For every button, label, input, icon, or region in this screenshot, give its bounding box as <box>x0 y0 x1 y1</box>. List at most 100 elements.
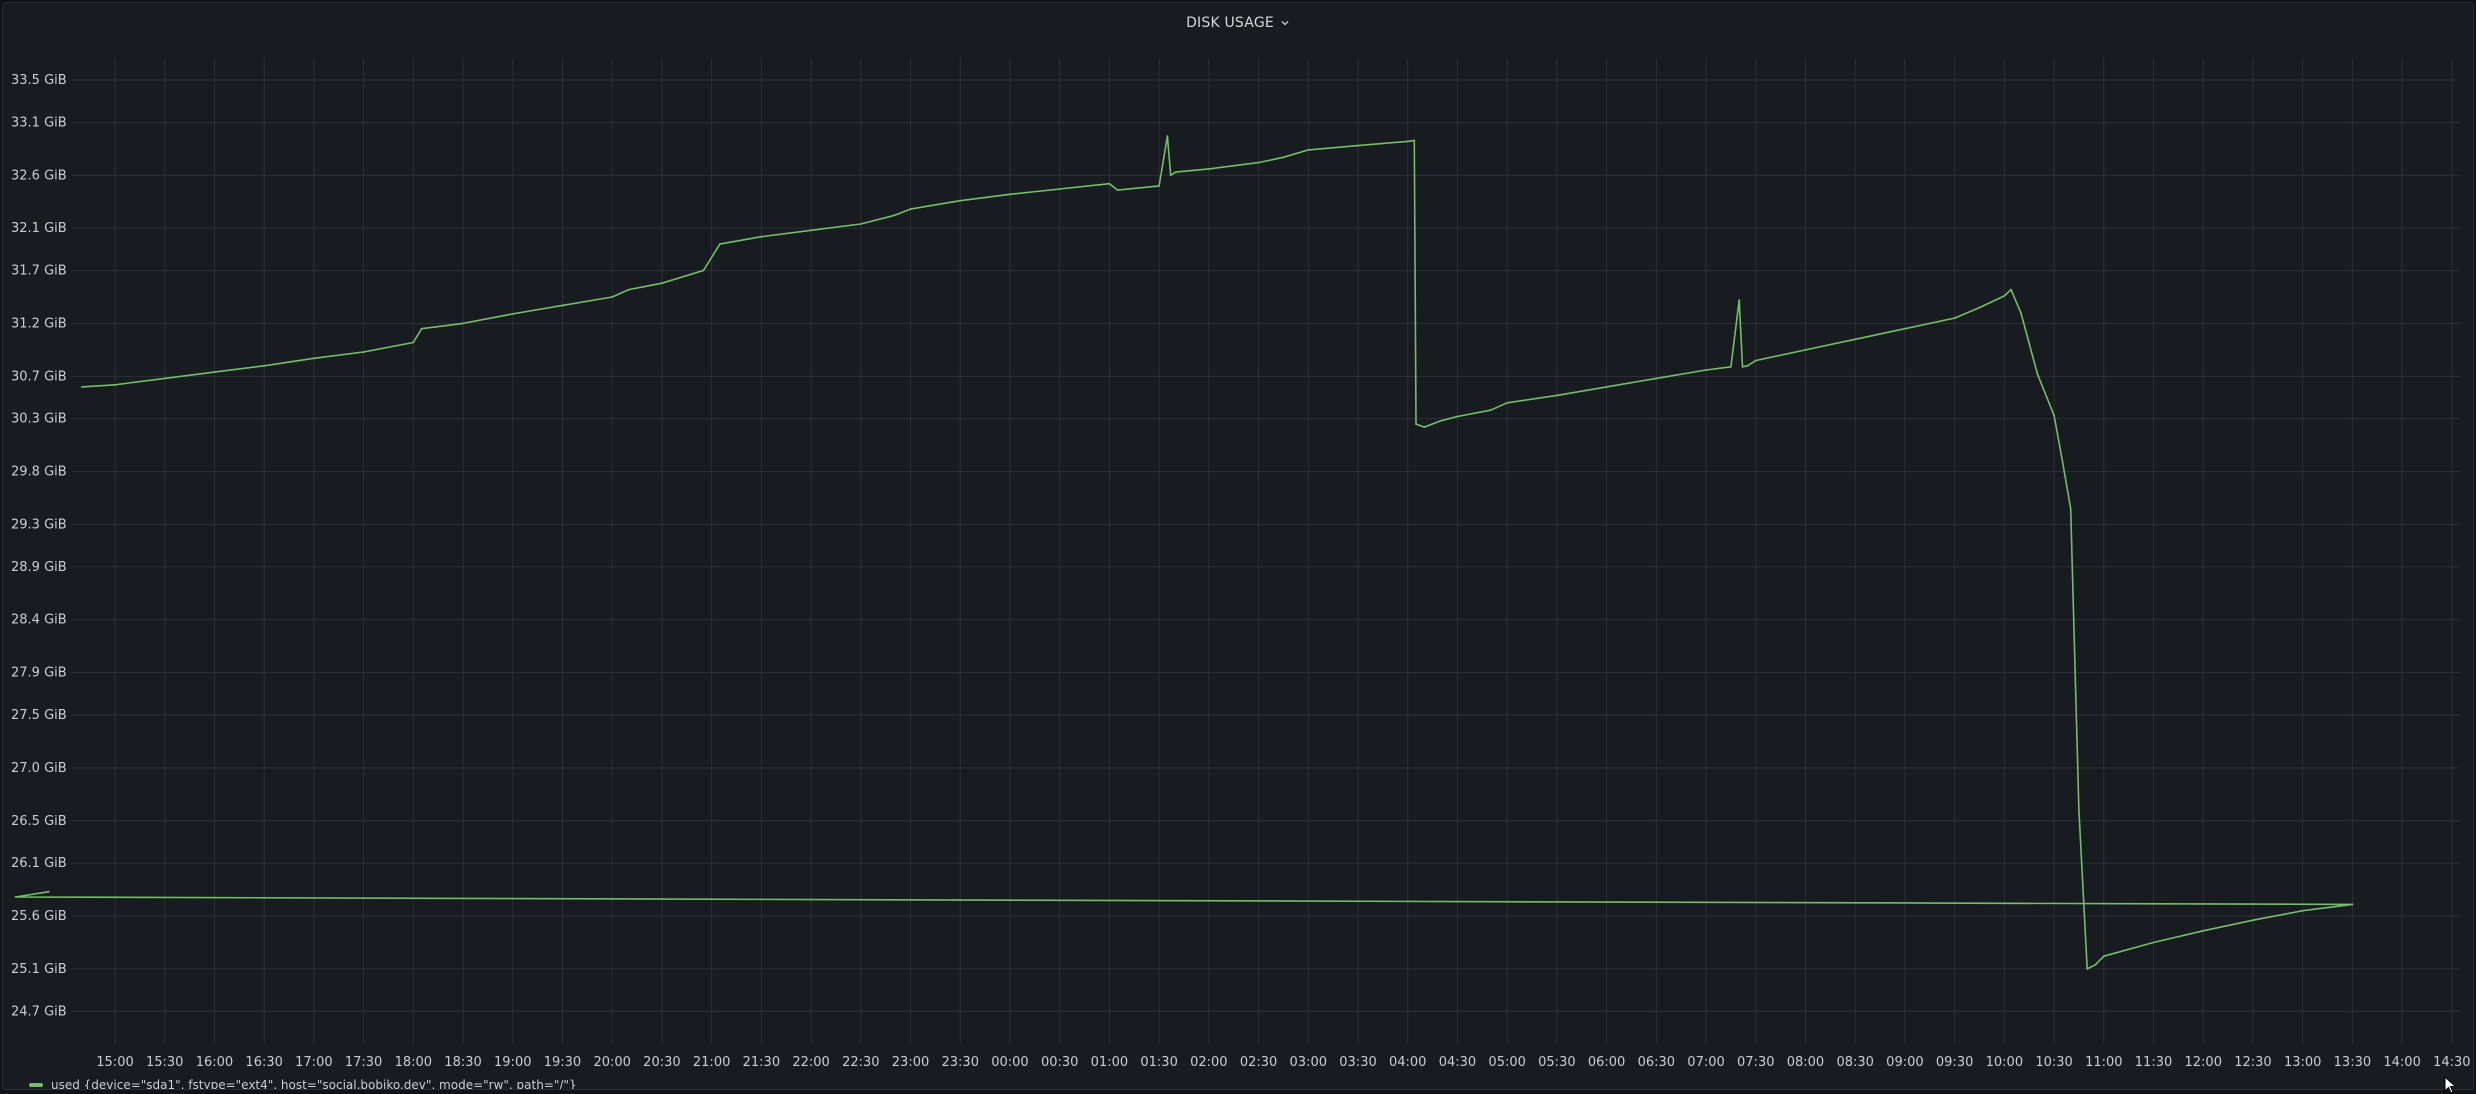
data-point <box>114 383 116 386</box>
data-point <box>1158 185 1160 187</box>
data-point <box>420 327 423 330</box>
data-point <box>1804 349 1807 351</box>
data-point <box>1307 149 1310 151</box>
x-tick-label: 03:00 <box>1290 1055 1327 1070</box>
x-tick-label: 19:30 <box>544 1055 581 1070</box>
data-point <box>313 357 315 360</box>
data-point <box>47 890 50 893</box>
data-point <box>561 304 564 307</box>
data-point <box>1741 365 1744 368</box>
data-point <box>2301 909 2304 912</box>
y-axis: 33.5 GiB 33.1 GiB 32.6 GiB 32.1 GiB 31.7 GiB… <box>11 73 67 1019</box>
x-tick-label: 06:30 <box>1638 1055 1675 1070</box>
legend-item[interactable]: used {device="sda1", fstype="ext4", host… <box>29 1077 577 1089</box>
y-tick-label: 28.9 GiB <box>11 560 67 575</box>
data-point <box>362 351 365 353</box>
panel-title[interactable]: DISK USAGE <box>1186 15 1274 31</box>
series-layer <box>14 135 2354 970</box>
data-point <box>2351 903 2354 906</box>
data-point <box>2010 288 2012 291</box>
data-point <box>81 386 83 388</box>
y-tick-label: 33.5 GiB <box>11 73 67 88</box>
data-point <box>462 322 464 325</box>
x-tick-label: 17:30 <box>345 1055 382 1070</box>
data-point <box>1166 135 1169 138</box>
x-tick-label: 18:00 <box>395 1055 432 1070</box>
data-point <box>760 235 763 238</box>
x-tick-label: 04:30 <box>1439 1055 1476 1070</box>
x-tick-label: 09:00 <box>1886 1055 1923 1070</box>
data-point <box>1058 188 1061 190</box>
y-tick-label: 27.5 GiB <box>11 708 67 723</box>
data-point <box>1456 415 1459 418</box>
x-tick-label: 12:30 <box>2234 1055 2271 1070</box>
x-tick-label: 14:30 <box>2433 1055 2470 1070</box>
y-tick-label: 31.2 GiB <box>11 316 67 331</box>
data-point <box>1440 419 1442 422</box>
data-point <box>702 269 705 272</box>
data-point <box>661 282 663 285</box>
panel-header[interactable]: DISK USAGE <box>3 3 2473 43</box>
data-point <box>1705 369 1707 371</box>
data-point <box>719 243 721 246</box>
data-point <box>263 364 266 367</box>
data-point <box>2252 919 2254 922</box>
data-point <box>2069 507 2072 510</box>
x-tick-label: 00:30 <box>1041 1055 1078 1070</box>
data-point <box>213 371 216 373</box>
data-point <box>1854 338 1857 341</box>
y-tick-label: 26.1 GiB <box>11 856 67 871</box>
grid <box>71 58 2459 1043</box>
y-tick-label: 33.1 GiB <box>11 115 67 130</box>
x-tick-label: 22:00 <box>792 1055 829 1070</box>
x-tick-label: 10:30 <box>2035 1055 2072 1070</box>
x-tick-label: 17:00 <box>295 1055 332 1070</box>
mouse-cursor-icon <box>2444 1076 2457 1094</box>
data-point <box>1174 171 1177 174</box>
data-point <box>1746 364 1749 367</box>
y-tick-label: 32.6 GiB <box>11 168 67 183</box>
x-tick-label: 10:00 <box>1986 1055 2023 1070</box>
data-point <box>959 199 962 202</box>
data-point <box>412 341 415 344</box>
data-point <box>1413 139 1416 142</box>
data-point <box>2053 414 2056 417</box>
series-line-used[interactable] <box>14 135 2354 970</box>
data-point <box>14 896 17 898</box>
data-point <box>1116 189 1119 192</box>
x-tick-label: 15:00 <box>96 1055 133 1070</box>
data-point <box>1730 365 1732 368</box>
x-tick-label: 12:00 <box>2185 1055 2222 1070</box>
data-point <box>2094 963 2097 966</box>
x-tick-label: 20:30 <box>643 1055 680 1070</box>
y-tick-label: 26.5 GiB <box>11 814 67 829</box>
x-tick-label: 19:00 <box>494 1055 531 1070</box>
data-point <box>2003 295 2006 297</box>
x-tick-label: 18:30 <box>444 1055 481 1070</box>
x-tick-label: 06:00 <box>1588 1055 1625 1070</box>
data-point <box>627 288 630 291</box>
data-point <box>1489 409 1492 412</box>
data-point <box>2020 311 2022 314</box>
data-point <box>1556 394 1558 397</box>
x-tick-label: 16:30 <box>245 1055 282 1070</box>
y-tick-label: 28.4 GiB <box>11 613 67 628</box>
y-tick-label: 29.3 GiB <box>11 517 67 532</box>
x-tick-label: 15:30 <box>146 1055 183 1070</box>
data-point <box>2036 373 2039 376</box>
x-tick-label: 00:00 <box>991 1055 1028 1070</box>
data-point <box>1108 182 1111 185</box>
y-tick-label: 25.6 GiB <box>11 909 67 924</box>
x-tick-label: 13:30 <box>2334 1055 2371 1070</box>
data-point <box>1953 317 1956 319</box>
y-tick-label: 29.8 GiB <box>11 465 67 480</box>
x-tick-label: 23:00 <box>892 1055 929 1070</box>
x-tick-label: 07:00 <box>1687 1055 1724 1070</box>
chevron-down-icon[interactable] <box>1280 18 1290 28</box>
data-point <box>163 377 166 380</box>
x-tick-label: 23:30 <box>942 1055 979 1070</box>
x-tick-label: 16:00 <box>196 1055 233 1070</box>
legend-label[interactable]: used {device="sda1", fstype="ext4", host… <box>51 1078 577 1089</box>
x-tick-label: 08:30 <box>1836 1055 1873 1070</box>
data-point <box>1423 426 1426 428</box>
